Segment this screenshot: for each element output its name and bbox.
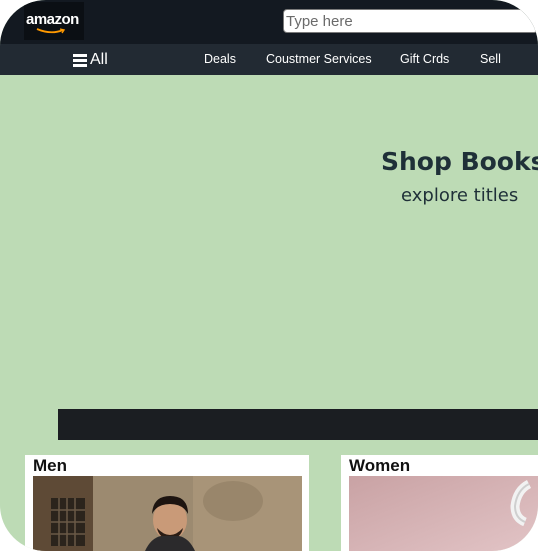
nav-link-sell[interactable]: Sell xyxy=(480,52,501,66)
all-label: All xyxy=(90,51,108,68)
category-title: Men xyxy=(33,456,67,475)
top-bar: amazon xyxy=(0,0,538,44)
women-photo xyxy=(349,476,538,551)
logo-smile-icon xyxy=(36,28,66,34)
nav-bar: All Deals Coustmer Services Gift Crds Se… xyxy=(0,44,538,75)
hero-dark-strip xyxy=(58,409,538,440)
nav-link-gift-cards[interactable]: Gift Crds xyxy=(400,52,449,66)
page-frame: amazon All Deals Coustmer Services Gift … xyxy=(0,0,538,551)
amazon-logo[interactable]: amazon xyxy=(24,2,84,40)
man-in-suit-image[interactable] xyxy=(33,476,302,551)
pink-product-image[interactable] xyxy=(349,476,538,551)
hero-title: Shop Books xyxy=(381,147,538,176)
category-card-women[interactable]: Women xyxy=(341,455,538,551)
men-photo xyxy=(33,476,302,551)
hero-subtitle: explore titles xyxy=(401,185,519,206)
logo-text: amazon xyxy=(26,11,79,28)
hero-banner[interactable]: Shop Books explore titles xyxy=(0,75,538,455)
nav-link-customer-services[interactable]: Coustmer Services xyxy=(266,52,372,66)
category-title: Women xyxy=(349,456,411,475)
category-card-men[interactable]: Men xyxy=(25,455,309,551)
search-input[interactable] xyxy=(283,9,538,33)
hamburger-icon xyxy=(73,53,87,67)
nav-link-deals[interactable]: Deals xyxy=(204,52,236,66)
all-menu-button[interactable]: All xyxy=(73,50,108,70)
